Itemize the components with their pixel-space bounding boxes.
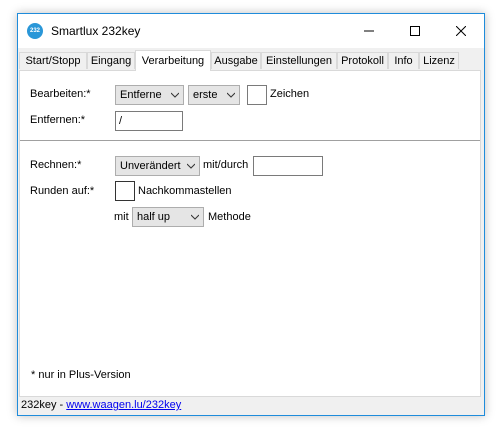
- minimize-button[interactable]: [346, 14, 392, 48]
- chevron-down-icon: [227, 92, 235, 98]
- calc-label: Rechnen:*: [30, 159, 82, 171]
- chevron-down-icon: [187, 163, 195, 169]
- title-bar[interactable]: 232 Smartlux 232key: [18, 14, 484, 48]
- chevron-down-icon: [191, 214, 199, 220]
- chevron-down-icon: [171, 92, 179, 98]
- edit-mode-value: Entferne: [120, 89, 162, 101]
- close-button[interactable]: [438, 14, 484, 48]
- remove-label: Entfernen:*: [30, 114, 86, 126]
- round-label: Runden auf:*: [30, 185, 95, 197]
- chars-label: Zeichen: [270, 88, 310, 100]
- method-value: half up: [137, 211, 171, 223]
- edit-label: Bearbeiten:*: [30, 88, 91, 100]
- status-prefix: 232key -: [21, 399, 67, 411]
- with-by-input[interactable]: [253, 156, 323, 176]
- verarbeitung-panel: Bearbeiten:* Entferne erste Zeichen Entf…: [19, 70, 481, 397]
- edit-count-field[interactable]: [247, 85, 267, 105]
- calc-value: Unverändert: [120, 160, 181, 172]
- app-logo-icon: 232: [27, 23, 43, 39]
- edit-mode-select[interactable]: Entferne: [115, 85, 184, 105]
- tab-eingang[interactable]: Eingang: [87, 52, 135, 69]
- remove-input[interactable]: /: [115, 111, 183, 131]
- tab-einstellungen[interactable]: Einstellungen: [261, 52, 337, 69]
- window-title: Smartlux 232key: [51, 24, 141, 38]
- tab-ausgabe[interactable]: Ausgabe: [211, 52, 261, 69]
- website-link[interactable]: www.waagen.lu/232key: [66, 399, 181, 411]
- tab-bar: Start/Stopp Eingang Verarbeitung Ausgabe…: [18, 50, 484, 71]
- plus-version-note: * nur in Plus-Version: [31, 369, 131, 381]
- tab-lizenz[interactable]: Lizenz: [419, 52, 459, 69]
- maximize-icon: [410, 26, 420, 36]
- edit-position-value: erste: [193, 89, 218, 101]
- method-label: Methode: [208, 211, 251, 223]
- edit-position-select[interactable]: erste: [188, 85, 240, 105]
- maximize-button[interactable]: [392, 14, 438, 48]
- tab-verarbeitung[interactable]: Verarbeitung: [135, 50, 211, 71]
- app-window: 232 Smartlux 232key Start/Stopp Eingang …: [17, 13, 485, 416]
- decimals-label: Nachkommastellen: [138, 185, 232, 197]
- close-icon: [456, 26, 466, 36]
- tab-protokoll[interactable]: Protokoll: [337, 52, 388, 69]
- method-select[interactable]: half up: [132, 207, 204, 227]
- calc-select[interactable]: Unverändert: [115, 156, 200, 176]
- minimize-icon: [364, 30, 374, 32]
- with-by-label: mit/durch: [203, 159, 249, 171]
- round-checkbox[interactable]: [115, 181, 135, 201]
- tab-info[interactable]: Info: [388, 52, 419, 69]
- with-label: mit: [114, 211, 129, 223]
- status-bar: 232key - www.waagen.lu/232key: [18, 397, 484, 415]
- tab-start-stopp[interactable]: Start/Stopp: [19, 52, 87, 69]
- divider: [20, 140, 480, 141]
